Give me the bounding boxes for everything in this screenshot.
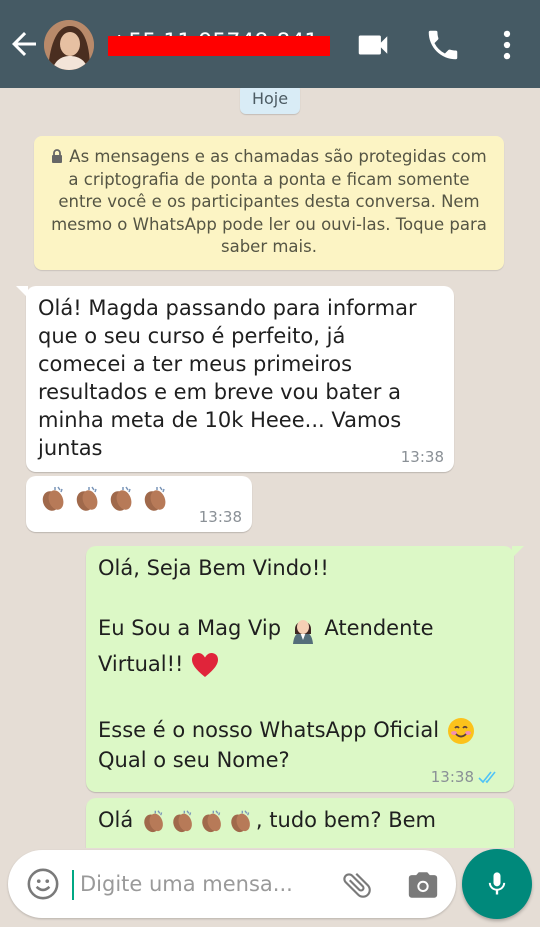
clapping-hands-emoji — [42, 486, 64, 511]
message-line: Virtual!! — [98, 650, 502, 680]
lock-icon — [52, 149, 63, 163]
outgoing-message[interactable]: Olá , tudo bem? Bem — [86, 798, 514, 848]
clapping-hands-emoji — [173, 809, 192, 832]
clapping-hands-emoji — [144, 809, 163, 832]
chat-header: +55 11 95748-841... — [0, 0, 540, 88]
message-line: comecei a ter meus primeiros — [38, 352, 353, 376]
message-line: que o seu curso é perfeito, já — [38, 324, 346, 348]
message-input[interactable] — [80, 868, 330, 900]
message-composer — [8, 850, 456, 918]
message-text: Virtual!! — [98, 652, 191, 676]
message-time: 13:38 — [430, 768, 474, 786]
message-line: Olá! Magda passando para informar — [38, 296, 417, 320]
message-line: minha meta de 10k Heee... Vamos — [38, 408, 402, 432]
camera-icon[interactable] — [406, 868, 440, 902]
message-time: 13:38 — [198, 508, 242, 526]
read-receipt-icon — [478, 771, 496, 784]
microphone-icon — [488, 872, 506, 895]
voice-message-button[interactable] — [462, 849, 532, 919]
redaction-bar — [108, 36, 330, 56]
more-vert-icon[interactable] — [488, 26, 526, 64]
encryption-notice-text: As mensagens e as chamadas são protegida… — [51, 147, 487, 256]
text-cursor — [72, 870, 74, 900]
back-arrow-icon[interactable] — [6, 26, 42, 62]
chat-area[interactable]: Hoje As mensagens e as chamadas são prot… — [0, 88, 540, 848]
incoming-message[interactable]: 13:38 — [26, 476, 252, 532]
encryption-notice[interactable]: As mensagens e as chamadas são protegida… — [34, 136, 504, 270]
clapping-hands-emoji — [110, 486, 132, 511]
message-text: Atendente — [317, 616, 434, 640]
message-line: Esse é o nosso WhatsApp Oficial — [98, 716, 502, 746]
message-text: Esse é o nosso WhatsApp Oficial — [98, 718, 446, 742]
emoji-icon[interactable] — [26, 867, 60, 901]
phone-icon[interactable] — [424, 26, 462, 64]
message-line: Eu Sou a Mag Vip Atendente — [98, 614, 502, 644]
outgoing-message[interactable]: Olá, Seja Bem Vindo!! Eu Sou a Mag Vip A… — [86, 546, 524, 792]
clapping-hands-emoji — [231, 809, 250, 832]
message-line: juntas — [38, 436, 103, 460]
incoming-message[interactable]: Olá! Magda passando para informar que o … — [16, 286, 454, 472]
message-line: Olá , tudo bem? Bem — [98, 806, 502, 835]
smiling-face-emoji — [447, 718, 474, 744]
date-chip: Hoje — [240, 88, 300, 114]
video-call-icon[interactable] — [354, 26, 392, 64]
message-text: , tudo bem? Bem — [255, 808, 436, 832]
attach-icon[interactable] — [340, 868, 374, 902]
message-line: resultados e em breve vou bater a — [38, 380, 401, 404]
message-line: Olá, Seja Bem Vindo!! — [98, 556, 329, 580]
message-text: Olá — [98, 808, 140, 832]
contact-avatar[interactable] — [44, 20, 94, 70]
clapping-hands-emoji — [144, 486, 166, 511]
message-time: 13:38 — [400, 448, 444, 466]
clapping-hands-emoji — [76, 486, 98, 511]
message-text: Eu Sou a Mag Vip — [98, 616, 288, 640]
clapping-hands-emoji — [202, 809, 221, 832]
red-heart-emoji — [192, 653, 219, 677]
office-worker-emoji — [292, 620, 313, 644]
